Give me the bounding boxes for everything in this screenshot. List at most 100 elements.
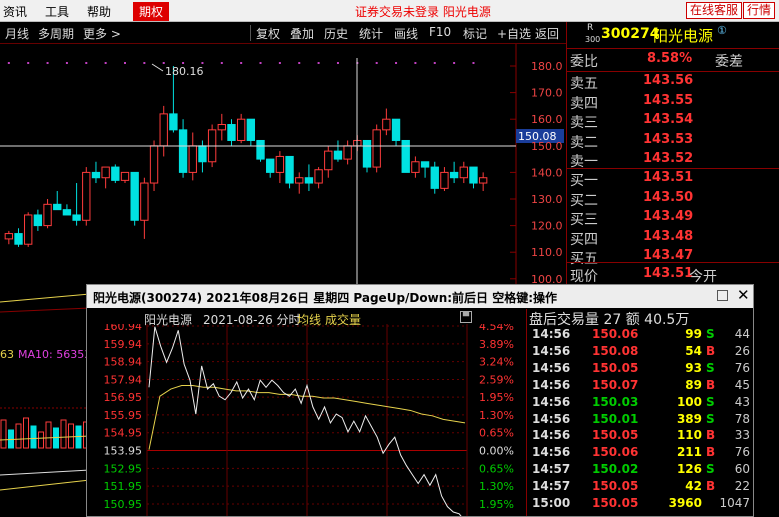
maximize-icon[interactable] [717,290,728,301]
trade-time: 14:56 [532,360,571,375]
adjust-button[interactable]: 复权 [256,25,280,42]
intraday-price-label: 152.95 [104,462,143,475]
history-button[interactable]: 历史 [324,25,348,42]
trade-time: 14:56 [532,394,571,409]
volume-bar [15,423,22,449]
info-icon[interactable]: ① [717,24,727,37]
ask-price: 143.54 [643,112,694,128]
kline-y-label: 120.0 [531,220,563,233]
chart-toggle-icon[interactable]: ▀ [460,311,472,323]
menu-item-options[interactable]: 期权 [133,2,170,21]
weibi-label: 委比 [570,54,598,70]
f10-button[interactable]: F10 [429,25,451,39]
trade-volume: 100 [676,394,702,409]
intraday-chart-panel: 阳光电源 2021-08-26 分时 均线 成交量 ▀ 160.94 4.54% 1… [87,309,527,516]
stock-name: 阳光电源 [653,27,714,45]
intraday-pct-label: 0.65% [479,427,514,440]
add-watchlist-button[interactable]: +自选 [497,25,531,42]
statistics-button[interactable]: 统计 [359,25,383,42]
intraday-price-label: 151.95 [104,480,143,493]
online-service-button[interactable]: 在线客服 [686,2,743,19]
trade-price: 150.03 [592,394,639,409]
intraday-pct-label: 0.65% [479,462,514,475]
trade-time: 14:56 [532,428,571,443]
multi-period-button[interactable]: 多周期 [38,25,74,42]
trade-time: 14:56 [532,377,571,392]
intraday-chart[interactable]: 160.94 4.54% 159.94 3.89% 158.94 3.24% 157.94 2… [87,324,527,516]
r-label: R [587,23,594,33]
trade-volume: 42 [685,479,702,494]
candle-body [246,118,256,141]
intraday-pct-label: 3.89% [479,338,514,351]
candle-body [256,139,265,160]
ask-price: 143.55 [643,92,694,108]
menu-item-news[interactable]: 资讯 [3,3,27,20]
trade-price: 150.05 [592,428,639,443]
trade-price: 150.07 [592,377,639,392]
intraday-axis-labels: 160.94 4.54% 159.94 3.89% 158.94 3.24% 157.94 2… [104,324,514,511]
trade-price: 150.05 [592,496,639,510]
kline-grid [510,65,516,280]
back-button[interactable]: 返回 [535,25,559,42]
kline-y-label: 150.0 [531,140,563,153]
candle-body [130,171,139,221]
open-label: 今开 [689,269,717,285]
candle-body [53,203,62,211]
draw-button[interactable]: 画线 [394,25,418,42]
kline-candles [4,66,488,247]
trade-count: 78 [734,411,750,426]
trade-row: 14:57 150.02 126 S 60 [528,462,753,479]
menu-item-help[interactable]: 帮助 [87,3,111,20]
intraday-price-label: 156.95 [104,391,143,404]
menu-item-tools[interactable]: 工具 [45,3,69,20]
trade-row: 14:56 150.03 100 S 43 [528,395,753,412]
candle-body [333,150,343,160]
trade-count: 44 [734,327,750,341]
ask-price: 143.56 [643,73,694,88]
weibi-row: 委比 8.58% 委差 [567,51,779,71]
popup-titlebar[interactable]: 阳光电源(300274) 2021年08月26日 星期四 PageUp/Down… [87,285,753,308]
intraday-pct-label: 1.30% [479,480,514,493]
trade-side: S [706,360,715,375]
market-button[interactable]: 行情 [743,2,776,19]
intraday-price-label: 155.95 [104,409,143,422]
trade-side: S [706,411,715,426]
intraday-popup[interactable]: 阳光电源(300274) 2021年08月26日 星期四 PageUp/Down… [86,284,754,517]
ask-row: 卖三 143.54 [567,112,779,132]
current-price-row: 现价 143.51 今开 [567,266,779,286]
intraday-pct-label: 3.24% [479,356,514,369]
high-marker-label: 180.16 [165,65,204,78]
trade-price: 150.01 [592,411,639,426]
candle-body [198,145,207,163]
kline-y-label: 170.0 [531,87,563,100]
monthly-button[interactable]: 月线 [5,25,29,42]
marker-dot [143,62,146,64]
intraday-pct-label: 1.30% [479,409,514,422]
candle-body [440,171,449,189]
candle-body [178,129,188,173]
marker-dot [220,62,223,64]
volume-bar [68,423,74,449]
indicator-divider [0,307,90,313]
marker-dot [317,62,320,64]
volume-ma-line-2 [0,469,90,476]
overlay-button[interactable]: 叠加 [290,25,314,42]
kline-chart[interactable]: 180.16 150.08 180.0170.0160.0150.0140.01… [0,44,566,290]
candle-body [82,171,91,221]
mark-button[interactable]: 标记 [463,25,487,42]
trade-row: 14:56 150.05 110 B 33 [528,428,753,445]
more-button[interactable]: 更多 > [83,25,121,42]
candle-body [449,171,459,179]
volume-bar [0,419,7,449]
trade-side: B [706,445,716,460]
quote-divider [567,168,779,169]
ask-label: 卖四 [570,95,598,112]
ask-price: 143.53 [643,131,694,147]
close-icon[interactable]: ✕ [737,286,750,304]
candle-body [401,139,410,173]
volume-ma-line-3 [0,479,90,491]
trade-side: S [706,462,715,477]
marker-dot [85,62,88,64]
trade-side: B [706,377,716,392]
trade-time: 14:57 [532,479,571,494]
